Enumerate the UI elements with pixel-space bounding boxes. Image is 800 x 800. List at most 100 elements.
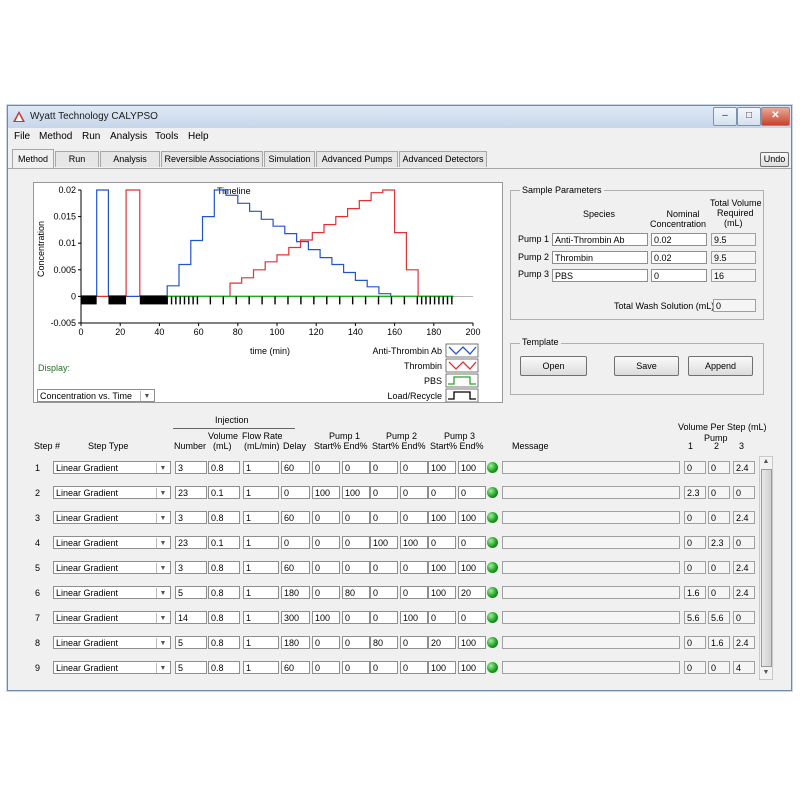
step-volume-input[interactable]: 0.8 (208, 661, 240, 674)
step-p3s-input[interactable]: 100 (428, 661, 456, 674)
step-delay-input[interactable]: 0 (281, 536, 310, 549)
step-p2e-input[interactable]: 0 (400, 586, 428, 599)
step-flow-input[interactable]: 1 (243, 461, 279, 474)
scroll-down-icon[interactable]: ▼ (760, 668, 772, 678)
step-p2s-input[interactable]: 0 (370, 611, 398, 624)
step-p3e-input[interactable]: 20 (458, 586, 486, 599)
step-p1s-input[interactable]: 100 (312, 486, 340, 499)
step-type-select[interactable]: Linear Gradient ▼ (53, 586, 171, 599)
step-p3s-input[interactable]: 0 (428, 486, 456, 499)
step-type-select[interactable]: Linear Gradient ▼ (53, 611, 171, 624)
step-delay-input[interactable]: 60 (281, 661, 310, 674)
step-p3s-input[interactable]: 100 (428, 511, 456, 524)
step-p1e-input[interactable]: 0 (342, 661, 370, 674)
step-p3s-input[interactable]: 100 (428, 461, 456, 474)
step-p1s-input[interactable]: 0 (312, 636, 340, 649)
step-delay-input[interactable]: 180 (281, 636, 310, 649)
step-p1s-input[interactable]: 0 (312, 511, 340, 524)
step-p3e-input[interactable]: 100 (458, 661, 486, 674)
step-delay-input[interactable]: 180 (281, 586, 310, 599)
step-p2s-input[interactable]: 0 (370, 586, 398, 599)
step-p2e-input[interactable]: 0 (400, 661, 428, 674)
step-volume-input[interactable]: 0.8 (208, 636, 240, 649)
step-delay-input[interactable]: 60 (281, 461, 310, 474)
steps-scrollbar[interactable]: ▲ ▼ (759, 456, 773, 680)
step-number-input[interactable]: 5 (175, 661, 207, 674)
step-p3s-input[interactable]: 0 (428, 611, 456, 624)
step-p1s-input[interactable]: 0 (312, 586, 340, 599)
step-type-select[interactable]: Linear Gradient ▼ (53, 561, 171, 574)
step-flow-input[interactable]: 1 (243, 511, 279, 524)
step-number-input[interactable]: 3 (175, 511, 207, 524)
step-type-select[interactable]: Linear Gradient ▼ (53, 636, 171, 649)
step-flow-input[interactable]: 1 (243, 586, 279, 599)
step-p1s-input[interactable]: 0 (312, 661, 340, 674)
step-p2e-input[interactable]: 0 (400, 486, 428, 499)
step-flow-input[interactable]: 1 (243, 636, 279, 649)
step-p1s-input[interactable]: 100 (312, 611, 340, 624)
step-flow-input[interactable]: 1 (243, 486, 279, 499)
step-type-select[interactable]: Linear Gradient ▼ (53, 461, 171, 474)
step-volume-input[interactable]: 0.8 (208, 586, 240, 599)
step-flow-input[interactable]: 1 (243, 661, 279, 674)
step-type-select[interactable]: Linear Gradient ▼ (53, 486, 171, 499)
step-p3s-input[interactable]: 0 (428, 536, 456, 549)
step-p3e-input[interactable]: 100 (458, 461, 486, 474)
step-p2e-input[interactable]: 100 (400, 536, 428, 549)
step-flow-input[interactable]: 1 (243, 561, 279, 574)
step-volume-input[interactable]: 0.1 (208, 536, 240, 549)
step-type-select[interactable]: Linear Gradient ▼ (53, 661, 171, 674)
step-p2e-input[interactable]: 0 (400, 511, 428, 524)
scroll-thumb[interactable] (761, 469, 772, 667)
step-delay-input[interactable]: 60 (281, 561, 310, 574)
step-type-select[interactable]: Linear Gradient ▼ (53, 536, 171, 549)
step-p1e-input[interactable]: 100 (342, 486, 370, 499)
scroll-up-icon[interactable]: ▲ (760, 457, 772, 467)
step-number-input[interactable]: 3 (175, 561, 207, 574)
step-p2e-input[interactable]: 0 (400, 561, 428, 574)
step-p1e-input[interactable]: 0 (342, 636, 370, 649)
step-number-input[interactable]: 5 (175, 586, 207, 599)
step-volume-input[interactable]: 0.1 (208, 486, 240, 499)
step-p3e-input[interactable]: 100 (458, 511, 486, 524)
step-p3s-input[interactable]: 100 (428, 586, 456, 599)
step-p3e-input[interactable]: 0 (458, 611, 486, 624)
step-type-select[interactable]: Linear Gradient ▼ (53, 511, 171, 524)
step-delay-input[interactable]: 60 (281, 511, 310, 524)
step-volume-input[interactable]: 0.8 (208, 561, 240, 574)
step-number-input[interactable]: 3 (175, 461, 207, 474)
step-number-input[interactable]: 23 (175, 486, 207, 499)
step-p3e-input[interactable]: 100 (458, 561, 486, 574)
step-p2s-input[interactable]: 100 (370, 536, 398, 549)
step-volume-input[interactable]: 0.8 (208, 611, 240, 624)
step-p2e-input[interactable]: 0 (400, 636, 428, 649)
step-flow-input[interactable]: 1 (243, 611, 279, 624)
step-p2s-input[interactable]: 0 (370, 511, 398, 524)
step-p1s-input[interactable]: 0 (312, 536, 340, 549)
step-p2s-input[interactable]: 0 (370, 561, 398, 574)
step-p1s-input[interactable]: 0 (312, 561, 340, 574)
step-p2e-input[interactable]: 100 (400, 611, 428, 624)
step-delay-input[interactable]: 300 (281, 611, 310, 624)
step-p2s-input[interactable]: 0 (370, 486, 398, 499)
step-p3e-input[interactable]: 0 (458, 536, 486, 549)
step-number-input[interactable]: 14 (175, 611, 207, 624)
step-p3s-input[interactable]: 20 (428, 636, 456, 649)
step-number-input[interactable]: 5 (175, 636, 207, 649)
step-delay-input[interactable]: 0 (281, 486, 310, 499)
step-p1e-input[interactable]: 0 (342, 461, 370, 474)
step-p2s-input[interactable]: 0 (370, 661, 398, 674)
step-p2e-input[interactable]: 0 (400, 461, 428, 474)
step-p1e-input[interactable]: 80 (342, 586, 370, 599)
step-p2s-input[interactable]: 80 (370, 636, 398, 649)
step-volume-input[interactable]: 0.8 (208, 511, 240, 524)
step-volume-input[interactable]: 0.8 (208, 461, 240, 474)
step-number-input[interactable]: 23 (175, 536, 207, 549)
step-flow-input[interactable]: 1 (243, 536, 279, 549)
step-p3e-input[interactable]: 100 (458, 636, 486, 649)
step-p1e-input[interactable]: 0 (342, 511, 370, 524)
step-p1e-input[interactable]: 0 (342, 561, 370, 574)
step-p3e-input[interactable]: 0 (458, 486, 486, 499)
step-p3s-input[interactable]: 100 (428, 561, 456, 574)
step-p2s-input[interactable]: 0 (370, 461, 398, 474)
